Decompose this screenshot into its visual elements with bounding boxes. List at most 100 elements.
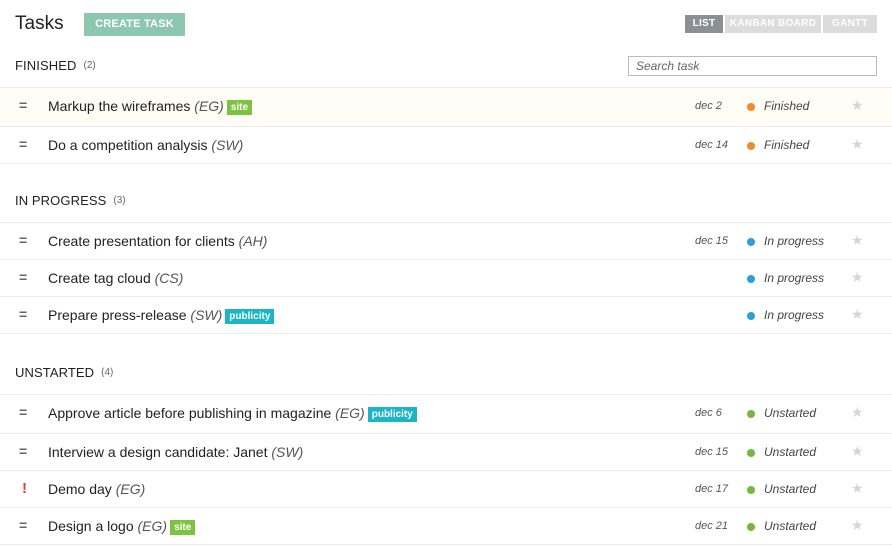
status-dot-icon [747, 142, 755, 150]
task-row[interactable]: = Do a competition analysis (SW) dec 14 … [0, 126, 892, 164]
section-title: IN PROGRESS [15, 192, 107, 208]
task-status[interactable]: Unstarted [764, 482, 816, 496]
task-status[interactable]: In progress [764, 271, 824, 285]
task-title[interactable]: Demo day (EG) [48, 481, 145, 497]
task-status[interactable]: Unstarted [764, 406, 816, 420]
task-name: Markup the wireframes [48, 98, 191, 114]
task-assignee: (AH) [238, 233, 268, 249]
section-count: (3) [113, 194, 126, 206]
section-count: (2) [83, 59, 96, 71]
status-dot-icon [747, 275, 755, 283]
alert-icon[interactable]: ! [22, 480, 36, 497]
task-row[interactable]: = Prepare press-release (SW) publicity In… [0, 296, 892, 334]
task-name: Demo day [48, 481, 112, 497]
drag-handle-icon[interactable]: = [19, 97, 33, 113]
tab-list[interactable]: LIST [685, 15, 723, 33]
due-date: dec 14 [695, 139, 729, 151]
task-assignee: (EG) [335, 405, 365, 421]
star-icon[interactable]: ★ [851, 232, 864, 249]
task-row[interactable]: = Interview a design candidate: Janet (S… [0, 433, 892, 471]
task-name: Design a logo [48, 518, 134, 534]
section-title: UNSTARTED [15, 364, 95, 380]
task-row[interactable]: = Markup the wireframes (EG) site dec 2 F… [0, 87, 892, 125]
due-date: dec 15 [695, 235, 729, 247]
task-assignee: (SW) [271, 444, 304, 460]
task-title[interactable]: Design a logo (EG) site [48, 518, 196, 535]
task-name: Create tag cloud [48, 270, 151, 286]
star-icon[interactable]: ★ [851, 136, 864, 153]
section-header-in-progress: IN PROGRESS (3) [15, 190, 126, 210]
drag-handle-icon[interactable]: = [19, 517, 33, 533]
section-title: FINISHED [15, 57, 77, 73]
star-icon[interactable]: ★ [851, 269, 864, 286]
task-assignee: (EG) [194, 98, 224, 114]
task-status[interactable]: Finished [764, 138, 809, 152]
status-dot-icon [747, 486, 755, 494]
star-icon[interactable]: ★ [851, 306, 864, 323]
task-assignee: (CS) [154, 270, 184, 286]
star-icon[interactable]: ★ [851, 443, 864, 460]
task-row[interactable]: = Design a logo (EG) site dec 21 Unstarte… [0, 507, 892, 545]
section-count: (4) [101, 366, 114, 378]
star-icon[interactable]: ★ [851, 404, 864, 421]
drag-handle-icon[interactable]: = [19, 443, 33, 459]
search-input[interactable] [628, 56, 877, 76]
task-status[interactable]: Finished [764, 99, 809, 113]
task-row[interactable]: = Approve article before publishing in m… [0, 394, 892, 432]
tab-gantt[interactable]: GANTT [823, 15, 877, 33]
task-row[interactable]: ! Demo day (EG) dec 17 Unstarted ★ [0, 470, 892, 508]
task-name: Approve article before publishing in mag… [48, 405, 332, 421]
status-dot-icon [747, 523, 755, 531]
status-dot-icon [747, 238, 755, 246]
section-header-unstarted: UNSTARTED (4) [15, 362, 113, 382]
view-switcher: LIST KANBAN BOARD GANTT [683, 15, 877, 33]
due-date: dec 6 [695, 407, 722, 419]
tag-badge[interactable]: site [170, 520, 196, 535]
create-task-button[interactable]: CREATE TASK [84, 13, 185, 36]
task-name: Create presentation for clients [48, 233, 235, 249]
drag-handle-icon[interactable]: = [19, 136, 33, 152]
page-title: Tasks [15, 13, 64, 34]
top-bar: Tasks CREATE TASK LIST KANBAN BOARD GANT… [0, 0, 892, 48]
task-title[interactable]: Do a competition analysis (SW) [48, 137, 243, 153]
drag-handle-icon[interactable]: = [19, 269, 33, 285]
task-assignee: (SW) [211, 137, 244, 153]
task-title[interactable]: Prepare press-release (SW) publicity [48, 307, 275, 324]
due-date: dec 2 [695, 100, 722, 112]
tab-kanban-board[interactable]: KANBAN BOARD [725, 15, 821, 33]
status-dot-icon [747, 312, 755, 320]
task-name: Interview a design candidate: Janet [48, 444, 268, 460]
due-date: dec 21 [695, 520, 729, 532]
status-dot-icon [747, 410, 755, 418]
tag-badge[interactable]: site [226, 100, 253, 115]
task-status[interactable]: In progress [764, 234, 824, 248]
tag-badge[interactable]: publicity [225, 309, 275, 324]
task-title[interactable]: Interview a design candidate: Janet (SW) [48, 444, 303, 460]
due-date: dec 15 [695, 446, 729, 458]
task-row[interactable]: = Create tag cloud (CS) In progress ★ [0, 259, 892, 297]
section-header-finished: FINISHED (2) [15, 55, 96, 75]
task-title[interactable]: Approve article before publishing in mag… [48, 405, 417, 422]
drag-handle-icon[interactable]: = [19, 306, 33, 322]
task-row[interactable]: = Create presentation for clients (AH) d… [0, 222, 892, 260]
star-icon[interactable]: ★ [851, 517, 864, 534]
task-assignee: (EG) [137, 518, 168, 534]
star-icon[interactable]: ★ [851, 480, 864, 497]
due-date: dec 17 [695, 483, 729, 495]
task-name: Prepare press-release [48, 307, 187, 323]
task-status[interactable]: Unstarted [764, 519, 816, 533]
task-assignee: (SW) [190, 307, 223, 323]
status-dot-icon [747, 449, 755, 457]
tag-badge[interactable]: publicity [367, 407, 417, 422]
task-status[interactable]: In progress [764, 308, 824, 322]
task-status[interactable]: Unstarted [764, 445, 816, 459]
task-title[interactable]: Markup the wireframes (EG) site [48, 98, 253, 115]
task-title[interactable]: Create tag cloud (CS) [48, 270, 183, 286]
task-title[interactable]: Create presentation for clients (AH) [48, 233, 267, 249]
star-icon[interactable]: ★ [851, 97, 864, 114]
task-name: Do a competition analysis [48, 137, 208, 153]
status-dot-icon [747, 103, 755, 111]
task-assignee: (EG) [115, 481, 146, 497]
drag-handle-icon[interactable]: = [19, 232, 33, 248]
drag-handle-icon[interactable]: = [19, 404, 33, 420]
